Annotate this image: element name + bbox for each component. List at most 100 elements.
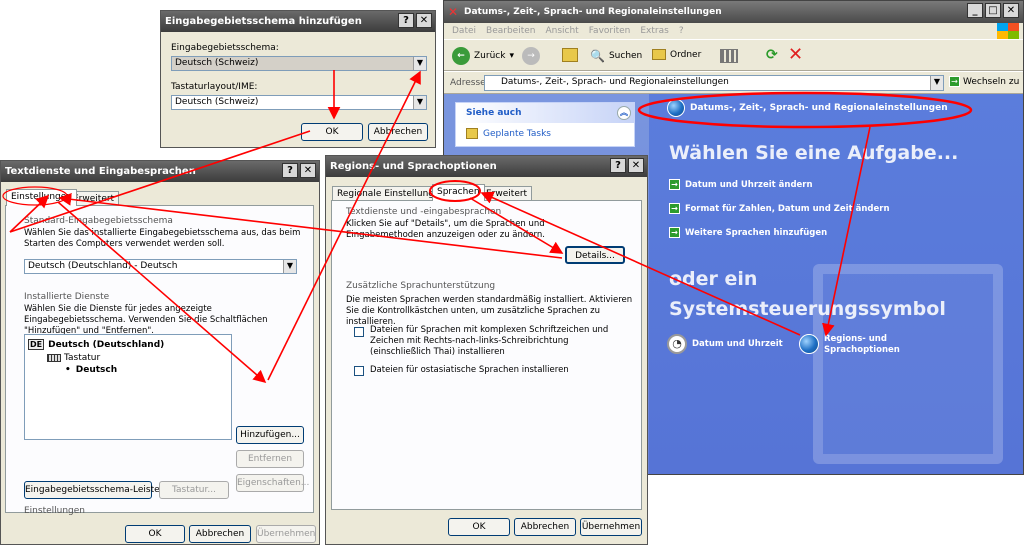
menu-extras[interactable]: Extras [640,23,668,39]
keyboard-button[interactable]: Tastatur... [159,481,229,499]
tab-settings[interactable]: Einstellungen [6,189,78,206]
bullet-icon: • [65,365,71,375]
see-also-panel: Siehe auch ︽ Geplante Tasks [455,102,635,147]
back-arrow-icon: ← [452,47,470,65]
refresh-icon[interactable]: ⟳ [766,47,778,63]
category-title[interactable]: Datums-, Zeit-, Sprach- und Regionaleins… [667,99,948,117]
complex-scripts-label[interactable]: Dateien für Sprachen mit komplexen Schri… [370,325,630,358]
task-link-format[interactable]: → Format für Zahlen, Datum und Zeit änder… [669,203,890,214]
address-input[interactable]: Datums-, Zeit-, Sprach- und Regionaleins… [484,75,944,91]
schema-select[interactable]: Deutsch (Schweiz) ▼ [171,56,427,71]
east-asian-checkbox[interactable] [354,366,364,376]
chevron-down-icon[interactable]: ▼ [413,96,426,109]
cpl-date-time[interactable]: ◔ Datum und Uhrzeit [667,334,783,354]
apply-button[interactable]: Übernehmen [256,525,316,543]
task-label: Datum und Uhrzeit ändern [685,179,813,190]
regional-options-title: Regions- und Sprachoptionen [330,161,497,172]
tree-keyboard-row[interactable]: Tastatur [47,353,100,363]
see-also-header[interactable]: Siehe auch ︽ [456,103,634,123]
help-button[interactable]: ? [610,158,626,173]
ok-button[interactable]: OK [301,123,363,141]
ok-button[interactable]: OK [125,525,185,543]
layout-value: Deutsch (Schweiz) [175,97,259,107]
apply-button[interactable]: Übernehmen [580,518,642,536]
add-locale-title: Eingabegebietsschema hinzufügen [165,16,362,27]
toolbar: ← Zurück ▾ → 🔍 Suchen Ordner ⟳ ✕ [444,39,1023,71]
delete-icon[interactable]: ✕ [788,44,803,65]
cancel-button[interactable]: Abbrechen [189,525,251,543]
layout-select[interactable]: Deutsch (Schweiz) ▼ [171,95,427,110]
cpl-regional-options[interactable]: Regions- und Sprachoptionen [799,334,900,356]
menu-favoriten[interactable]: Favoriten [589,23,631,39]
cancel-button[interactable]: Abbrechen [368,123,428,141]
folders-button[interactable]: Ordner [652,49,701,60]
text-services-dialog: Textdienste und Eingabesprachen ? ✕ Eins… [0,160,320,545]
address-label: Adresse [450,78,486,88]
folder-icon [652,49,666,60]
close-button[interactable]: ✕ [628,158,644,173]
lang-code-icon: DE [28,339,45,350]
address-bar: Adresse Datums-, Zeit-, Sprach- und Regi… [444,72,1023,94]
search-button[interactable]: 🔍 Suchen [590,49,642,63]
chevron-down-icon[interactable]: ▼ [930,76,943,90]
menu-help[interactable]: ? [679,23,684,39]
task-label: Format für Zahlen, Datum und Zeit ändern [685,203,890,214]
maximize-button[interactable]: □ [985,3,1001,18]
go-label: Wechseln zu [963,76,1020,87]
menu-bearbeiten[interactable]: Bearbeiten [486,23,535,39]
add-button[interactable]: Hinzufügen... [236,426,304,444]
installed-desc: Wählen Sie die Dienste für jedes angezei… [24,304,268,336]
tree-lang-label: Deutsch (Deutschland) [48,339,165,350]
settings-group-label: Einstellungen [24,506,86,516]
remove-button[interactable]: Entfernen [236,450,304,468]
views-icon[interactable] [720,49,738,63]
default-group-label: Standard-Eingabegebietsschema [24,216,173,226]
task-link-date-time[interactable]: → Datum und Uhrzeit ändern [669,179,813,190]
add-locale-dialog: Eingabegebietsschema hinzufügen ? ✕ Eing… [160,10,436,148]
cpl-date-time-label: Datum und Uhrzeit [692,339,783,349]
up-folder-icon[interactable] [562,48,578,62]
go-button[interactable]: → Wechseln zu [949,76,1019,87]
details-button[interactable]: Details... [565,246,625,264]
layout-label: Tastaturlayout/IME: [171,82,258,92]
menu-bar: Datei Bearbeiten Ansicht Favoriten Extra… [444,23,1023,39]
regional-options-dialog: Regions- und Sprachoptionen ? ✕ Regional… [325,155,648,545]
explorer-titlebar: Datums-, Zeit-, Sprach- und Regionaleins… [444,1,1023,23]
help-button[interactable]: ? [398,13,414,28]
east-asian-label[interactable]: Dateien für ostasiatische Sprachen insta… [370,365,630,376]
extra-support-group-label: Zusätzliche Sprachunterstützung [346,281,496,291]
menu-datei[interactable]: Datei [452,23,476,39]
tree-item-label: Deutsch [75,365,118,375]
extra-support-desc: Die meisten Sprachen werden standardmäßi… [346,295,633,327]
task-label: Weitere Sprachen hinzufügen [685,227,828,238]
close-button[interactable]: ✕ [1003,3,1019,18]
close-button[interactable]: ✕ [300,163,316,178]
properties-button[interactable]: Eigenschaften... [236,474,309,492]
tab-advanced[interactable]: Erweitert [481,186,533,201]
see-also-item[interactable]: Geplante Tasks [456,123,634,139]
or-pick-heading-2: Systemsteuerungssymbol [669,298,946,320]
default-locale-value: Deutsch (Deutschland) - Deutsch [28,261,178,271]
language-bar-button[interactable]: Eingabegebietsschema-Leiste... [24,481,168,499]
cancel-button[interactable]: Abbrechen [514,518,576,536]
ok-button[interactable]: OK [448,518,510,536]
text-services-title: Textdienste und Eingabesprachen [5,166,196,177]
services-tree[interactable]: DE Deutsch (Deutschland) Tastatur • Deut… [24,334,232,440]
help-button[interactable]: ? [282,163,298,178]
chevron-down-icon[interactable]: ▼ [283,260,296,273]
menu-ansicht[interactable]: Ansicht [545,23,578,39]
cpl-regional-label: Regions- und Sprachoptionen [824,334,900,355]
back-button[interactable]: ← Zurück ▾ [452,47,514,65]
minimize-button[interactable]: _ [967,3,983,18]
explorer-title: Datums-, Zeit-, Sprach- und Regionaleins… [464,7,722,17]
forward-icon[interactable]: → [522,47,540,65]
chevron-down-icon[interactable]: ▼ [413,57,426,70]
tree-lang-row[interactable]: DE Deutsch (Deutschland) [28,339,164,350]
complex-scripts-checkbox[interactable] [354,327,364,337]
default-locale-select[interactable]: Deutsch (Deutschland) - Deutsch ▼ [24,259,297,274]
close-button[interactable]: ✕ [416,13,432,28]
tree-item-row[interactable]: • Deutsch [65,365,117,375]
tab-languages[interactable]: Sprachen [432,184,485,201]
collapse-icon[interactable]: ︽ [617,106,631,120]
task-link-languages[interactable]: → Weitere Sprachen hinzufügen [669,227,827,238]
